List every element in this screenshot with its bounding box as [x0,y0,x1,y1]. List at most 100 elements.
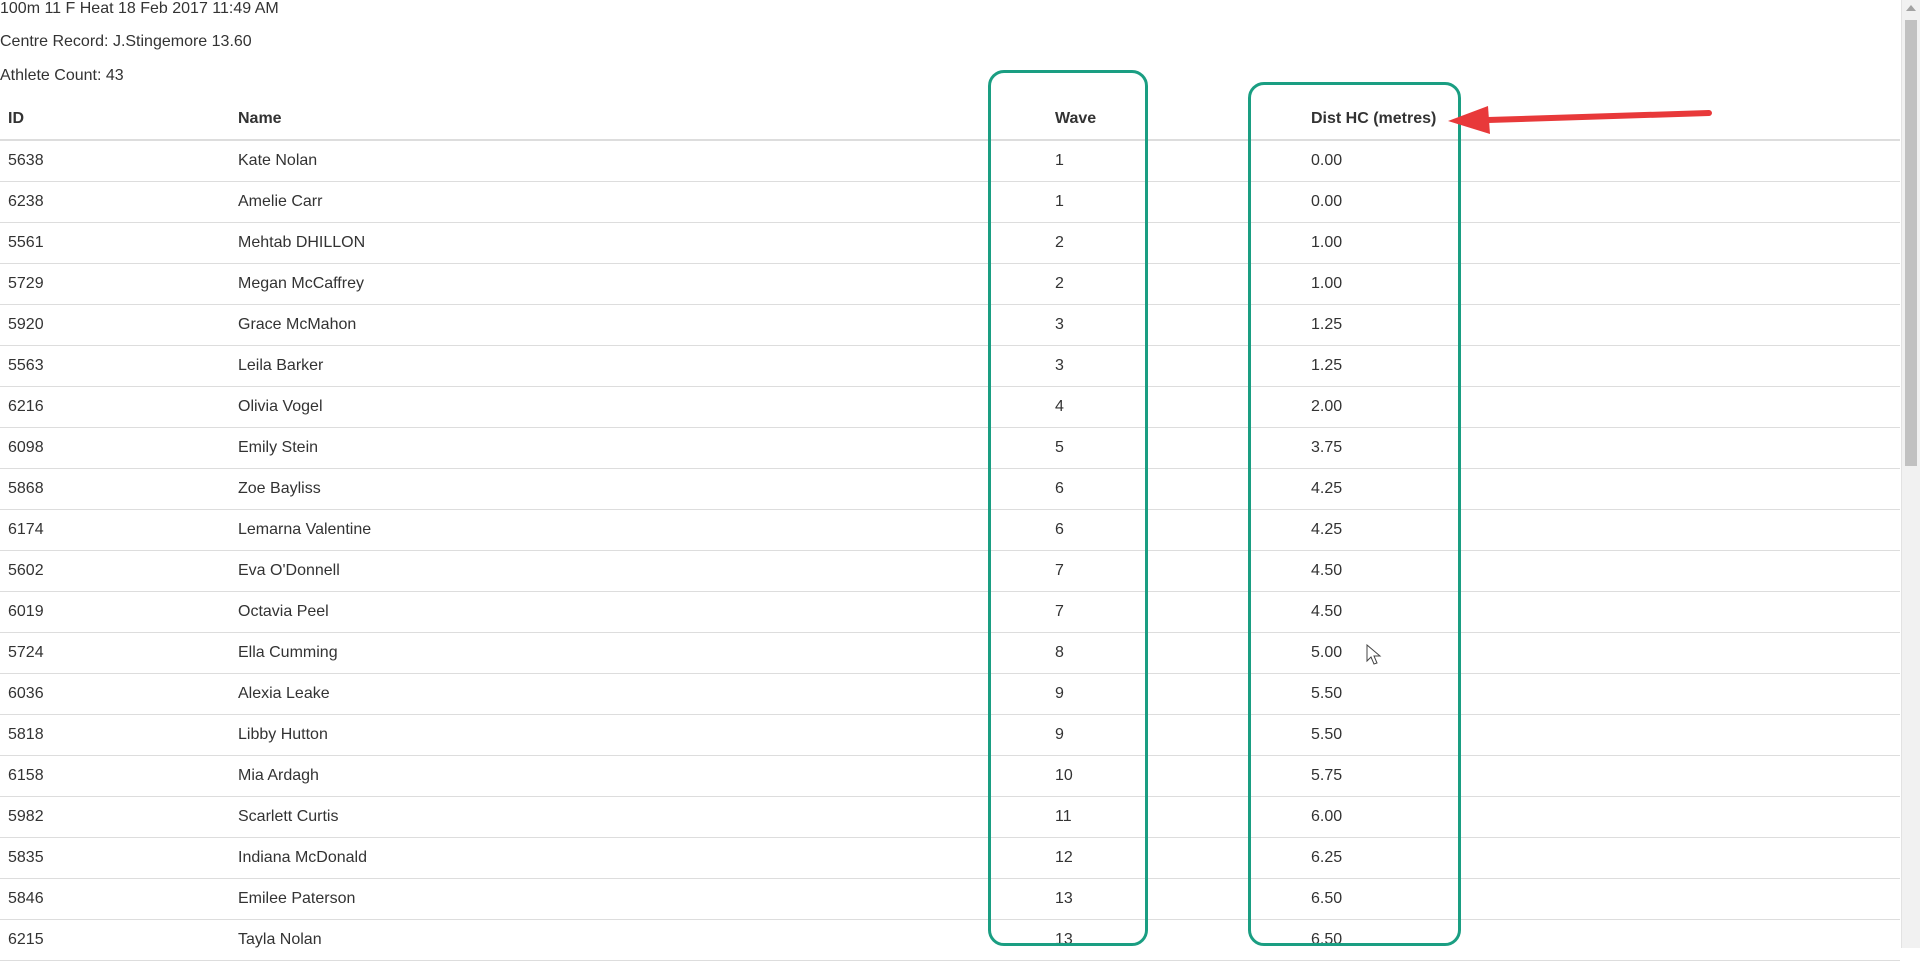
table-row[interactable]: 5818 Libby Hutton 9 5.50 [0,714,1900,756]
table-row[interactable]: 5920 Grace McMahon 3 1.25 [0,304,1900,346]
cell-dist-hc: 6.50 [1311,919,1900,961]
cell-dist-hc: 1.25 [1311,304,1900,346]
cell-id: 6098 [0,427,230,469]
cell-dist-hc: 0.00 [1311,181,1900,223]
cell-id: 6238 [0,181,230,223]
table-row[interactable]: 5638 Kate Nolan 1 0.00 [0,140,1900,182]
cell-wave: 4 [1055,386,1311,428]
cell-id: 6215 [0,919,230,961]
cell-dist-hc: 1.00 [1311,222,1900,264]
cell-wave: 2 [1055,263,1311,305]
cell-name: Grace McMahon [230,304,1055,346]
cell-dist-hc: 4.50 [1311,591,1900,633]
cell-dist-hc: 4.25 [1311,468,1900,510]
table-row[interactable]: 5561 Mehtab DHILLON 2 1.00 [0,222,1900,264]
table-row[interactable]: 5868 Zoe Bayliss 6 4.25 [0,468,1900,510]
table-row[interactable]: 6238 Amelie Carr 1 0.00 [0,181,1900,223]
cell-wave: 6 [1055,468,1311,510]
cell-name: Mia Ardagh [230,755,1055,797]
cell-dist-hc: 5.00 [1311,632,1900,674]
scroll-up-arrow-icon[interactable] [1906,5,1916,11]
cell-name: Libby Hutton [230,714,1055,756]
cell-wave: 9 [1055,673,1311,715]
athlete-count: Athlete Count: 43 [0,67,124,84]
cell-name: Scarlett Curtis [230,796,1055,838]
cell-id: 6174 [0,509,230,551]
header-wave[interactable]: Wave [1055,99,1311,141]
table-row[interactable]: 5846 Emilee Paterson 13 6.50 [0,878,1900,920]
cell-id: 5561 [0,222,230,264]
cell-wave: 1 [1055,181,1311,223]
table-row[interactable]: 5835 Indiana McDonald 12 6.25 [0,837,1900,879]
cell-dist-hc: 5.75 [1311,755,1900,797]
table-row[interactable]: 5729 Megan McCaffrey 2 1.00 [0,263,1900,305]
cell-wave: 7 [1055,550,1311,592]
event-title: 100m 11 F Heat 18 Feb 2017 11:49 AM [0,0,279,17]
table-row[interactable]: 6174 Lemarna Valentine 6 4.25 [0,509,1900,551]
cell-id: 5729 [0,263,230,305]
cell-name: Alexia Leake [230,673,1055,715]
table-row[interactable]: 6098 Emily Stein 5 3.75 [0,427,1900,469]
cell-id: 5846 [0,878,230,920]
cell-wave: 8 [1055,632,1311,674]
cell-name: Leila Barker [230,345,1055,387]
cell-dist-hc: 6.00 [1311,796,1900,838]
cell-dist-hc: 4.50 [1311,550,1900,592]
cell-wave: 3 [1055,345,1311,387]
cell-name: Emilee Paterson [230,878,1055,920]
cell-name: Indiana McDonald [230,837,1055,879]
athlete-table: ID Name Wave Dist HC (metres) 5638 Kate N… [0,99,1900,961]
cell-name: Eva O'Donnell [230,550,1055,592]
table-row[interactable]: 6215 Tayla Nolan 13 6.50 [0,919,1900,961]
cell-id: 5835 [0,837,230,879]
cell-dist-hc: 4.25 [1311,509,1900,551]
cell-name: Octavia Peel [230,591,1055,633]
cell-id: 6019 [0,591,230,633]
cell-id: 5724 [0,632,230,674]
table-row[interactable]: 5982 Scarlett Curtis 11 6.00 [0,796,1900,838]
athlete-table-container: ID Name Wave Dist HC (metres) 5638 Kate N… [0,99,1900,961]
cell-name: Olivia Vogel [230,386,1055,428]
cell-dist-hc: 2.00 [1311,386,1900,428]
cell-dist-hc: 5.50 [1311,714,1900,756]
cell-dist-hc: 1.00 [1311,263,1900,305]
cell-name: Ella Cumming [230,632,1055,674]
cell-dist-hc: 0.00 [1311,140,1900,182]
cell-dist-hc: 3.75 [1311,427,1900,469]
cell-id: 5638 [0,140,230,182]
cell-wave: 2 [1055,222,1311,264]
cell-wave: 11 [1055,796,1311,838]
cell-name: Kate Nolan [230,140,1055,182]
table-row[interactable]: 6036 Alexia Leake 9 5.50 [0,673,1900,715]
cell-id: 6216 [0,386,230,428]
table-row[interactable]: 6019 Octavia Peel 7 4.50 [0,591,1900,633]
centre-record: Centre Record: J.Stingemore 13.60 [0,33,252,50]
cell-wave: 9 [1055,714,1311,756]
table-row[interactable]: 5602 Eva O'Donnell 7 4.50 [0,550,1900,592]
cell-id: 6158 [0,755,230,797]
cell-wave: 12 [1055,837,1311,879]
cell-id: 5868 [0,468,230,510]
cell-id: 5982 [0,796,230,838]
header-name[interactable]: Name [230,99,1055,141]
table-row[interactable]: 6216 Olivia Vogel 4 2.00 [0,386,1900,428]
annotation-arrow-icon [1448,106,1712,134]
vertical-scrollbar[interactable] [1901,0,1920,948]
cell-wave: 13 [1055,919,1311,961]
cell-name: Mehtab DHILLON [230,222,1055,264]
cell-wave: 7 [1055,591,1311,633]
cell-wave: 10 [1055,755,1311,797]
cell-dist-hc: 6.25 [1311,837,1900,879]
mouse-pointer-icon [1366,644,1382,665]
table-row[interactable]: 6158 Mia Ardagh 10 5.75 [0,755,1900,797]
scrollbar-thumb[interactable] [1905,20,1917,466]
cell-wave: 13 [1055,878,1311,920]
cell-name: Emily Stein [230,427,1055,469]
table-row[interactable]: 5724 Ella Cumming 8 5.00 [0,632,1900,674]
cell-id: 6036 [0,673,230,715]
header-id[interactable]: ID [0,99,230,141]
cell-dist-hc: 1.25 [1311,345,1900,387]
table-row[interactable]: 5563 Leila Barker 3 1.25 [0,345,1900,387]
cell-wave: 6 [1055,509,1311,551]
cell-wave: 1 [1055,140,1311,182]
